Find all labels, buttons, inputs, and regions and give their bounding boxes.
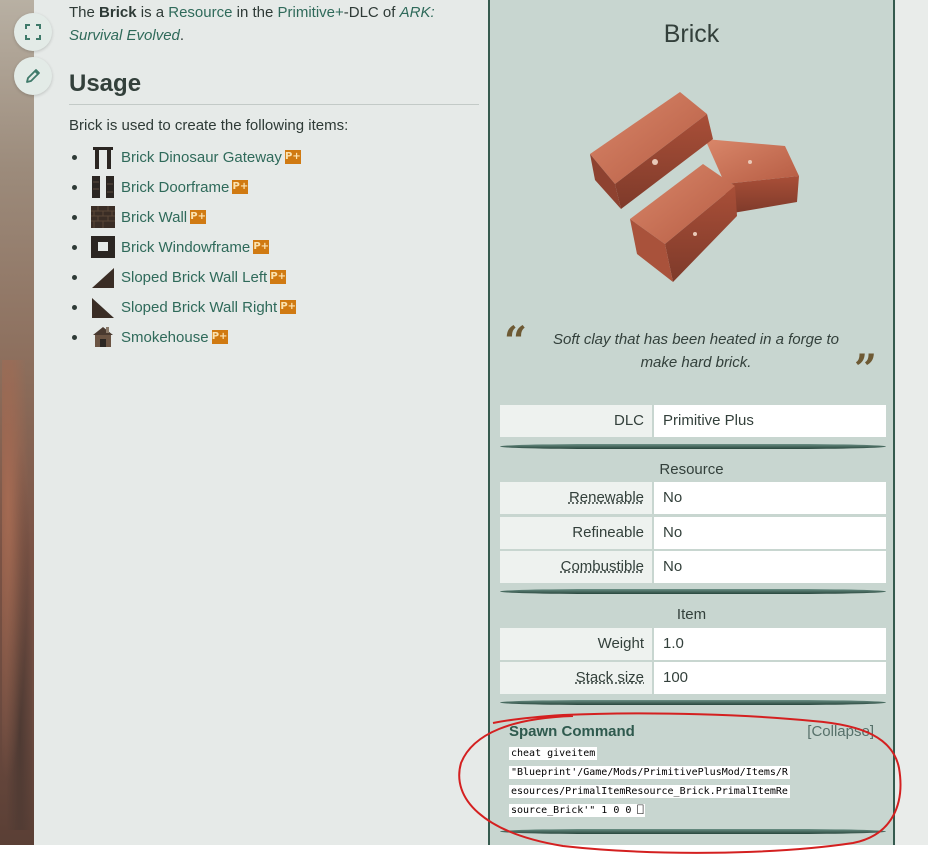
renewable-row: Renewable No <box>500 482 886 514</box>
item-link[interactable]: Brick Dinosaur Gateway <box>121 149 282 166</box>
infobox-title: Brick <box>663 20 720 48</box>
item-link[interactable]: Brick Wall <box>121 209 187 226</box>
list-item: Brick Windowframe P+ <box>72 232 301 262</box>
combustible-label[interactable]: Combustible <box>500 551 652 583</box>
fullscreen-button[interactable] <box>14 13 52 51</box>
primitive-plus-badge: P+ <box>270 270 287 284</box>
windowframe-icon[interactable] <box>90 234 116 260</box>
item-heading: Item <box>676 606 707 623</box>
refineable-value: No <box>654 517 886 549</box>
item-link[interactable]: Smokehouse <box>121 329 209 346</box>
section-divider <box>500 444 886 449</box>
item-link[interactable]: Sloped Brick Wall Left <box>121 269 267 286</box>
primitive-plus-badge: P+ <box>232 180 249 194</box>
section-divider <box>500 589 886 594</box>
usage-heading: Usage <box>69 70 142 97</box>
pencil-icon <box>26 69 40 83</box>
refineable-label: Refineable <box>500 517 652 549</box>
open-quote-icon: “ <box>504 318 528 365</box>
slope-right-icon[interactable] <box>90 294 116 320</box>
primitive-plus-badge: P+ <box>253 240 270 254</box>
stack-size-value: 100 <box>654 662 886 694</box>
usage-list: Brick Dinosaur Gateway P+ Brick Doorfram… <box>72 142 301 352</box>
expand-icon <box>25 24 41 40</box>
primitive-plus-badge: P+ <box>190 210 207 224</box>
list-item: Brick Wall P+ <box>72 202 301 232</box>
wall-icon[interactable] <box>90 204 116 230</box>
weight-value: 1.0 <box>654 628 886 660</box>
primitive-plus-badge: P+ <box>284 150 301 164</box>
heading-divider <box>69 104 479 105</box>
dlc-value: Primitive Plus <box>654 405 886 437</box>
usage-description: Brick is used to create the following it… <box>69 117 349 134</box>
list-item: Sloped Brick Wall Left P+ <box>72 262 301 292</box>
smokehouse-icon[interactable] <box>90 324 116 350</box>
list-item: Sloped Brick Wall Right P+ <box>72 292 301 322</box>
item-link[interactable]: Brick Doorframe <box>121 179 229 196</box>
weight-label: Weight <box>500 628 652 660</box>
dlc-row: DLC Primitive Plus <box>500 405 886 437</box>
refineable-row: Refineable No <box>500 517 886 549</box>
resource-link[interactable]: Resource <box>168 4 232 21</box>
list-item: Brick Dinosaur Gateway P+ <box>72 142 301 172</box>
dlc-link[interactable]: Primitive+ <box>278 4 344 21</box>
item-description: Soft clay that has been heated in a forg… <box>552 331 840 371</box>
item-name: Brick <box>99 4 137 21</box>
annotation-circle <box>458 712 902 854</box>
dlc-label: DLC <box>500 405 652 437</box>
combustible-value: No <box>654 551 886 583</box>
renewable-value: No <box>654 482 886 514</box>
slope-left-icon[interactable] <box>90 264 116 290</box>
resource-heading: Resource <box>659 461 724 478</box>
weight-row: Weight 1.0 <box>500 628 886 660</box>
intro-paragraph: The Brick is a Resource in the Primitive… <box>69 4 435 44</box>
background-artwork <box>0 0 34 845</box>
gateway-icon[interactable] <box>90 144 116 170</box>
item-link[interactable]: Brick Windowframe <box>121 239 250 256</box>
renewable-label[interactable]: Renewable <box>500 482 652 514</box>
close-quote-icon: ” <box>854 346 878 393</box>
stack-size-label[interactable]: Stack size <box>500 662 652 694</box>
list-item: Brick Doorframe P+ <box>72 172 301 202</box>
primitive-plus-badge: P+ <box>211 330 228 344</box>
primitive-plus-badge: P+ <box>280 300 297 314</box>
stack-size-row: Stack size 100 <box>500 662 886 694</box>
doorframe-icon[interactable] <box>90 174 116 200</box>
combustible-row: Combustible No <box>500 551 886 583</box>
edit-button[interactable] <box>14 57 52 95</box>
list-item: Smokehouse P+ <box>72 322 301 352</box>
item-link[interactable]: Sloped Brick Wall Right <box>121 299 277 316</box>
brick-image[interactable] <box>585 84 807 294</box>
